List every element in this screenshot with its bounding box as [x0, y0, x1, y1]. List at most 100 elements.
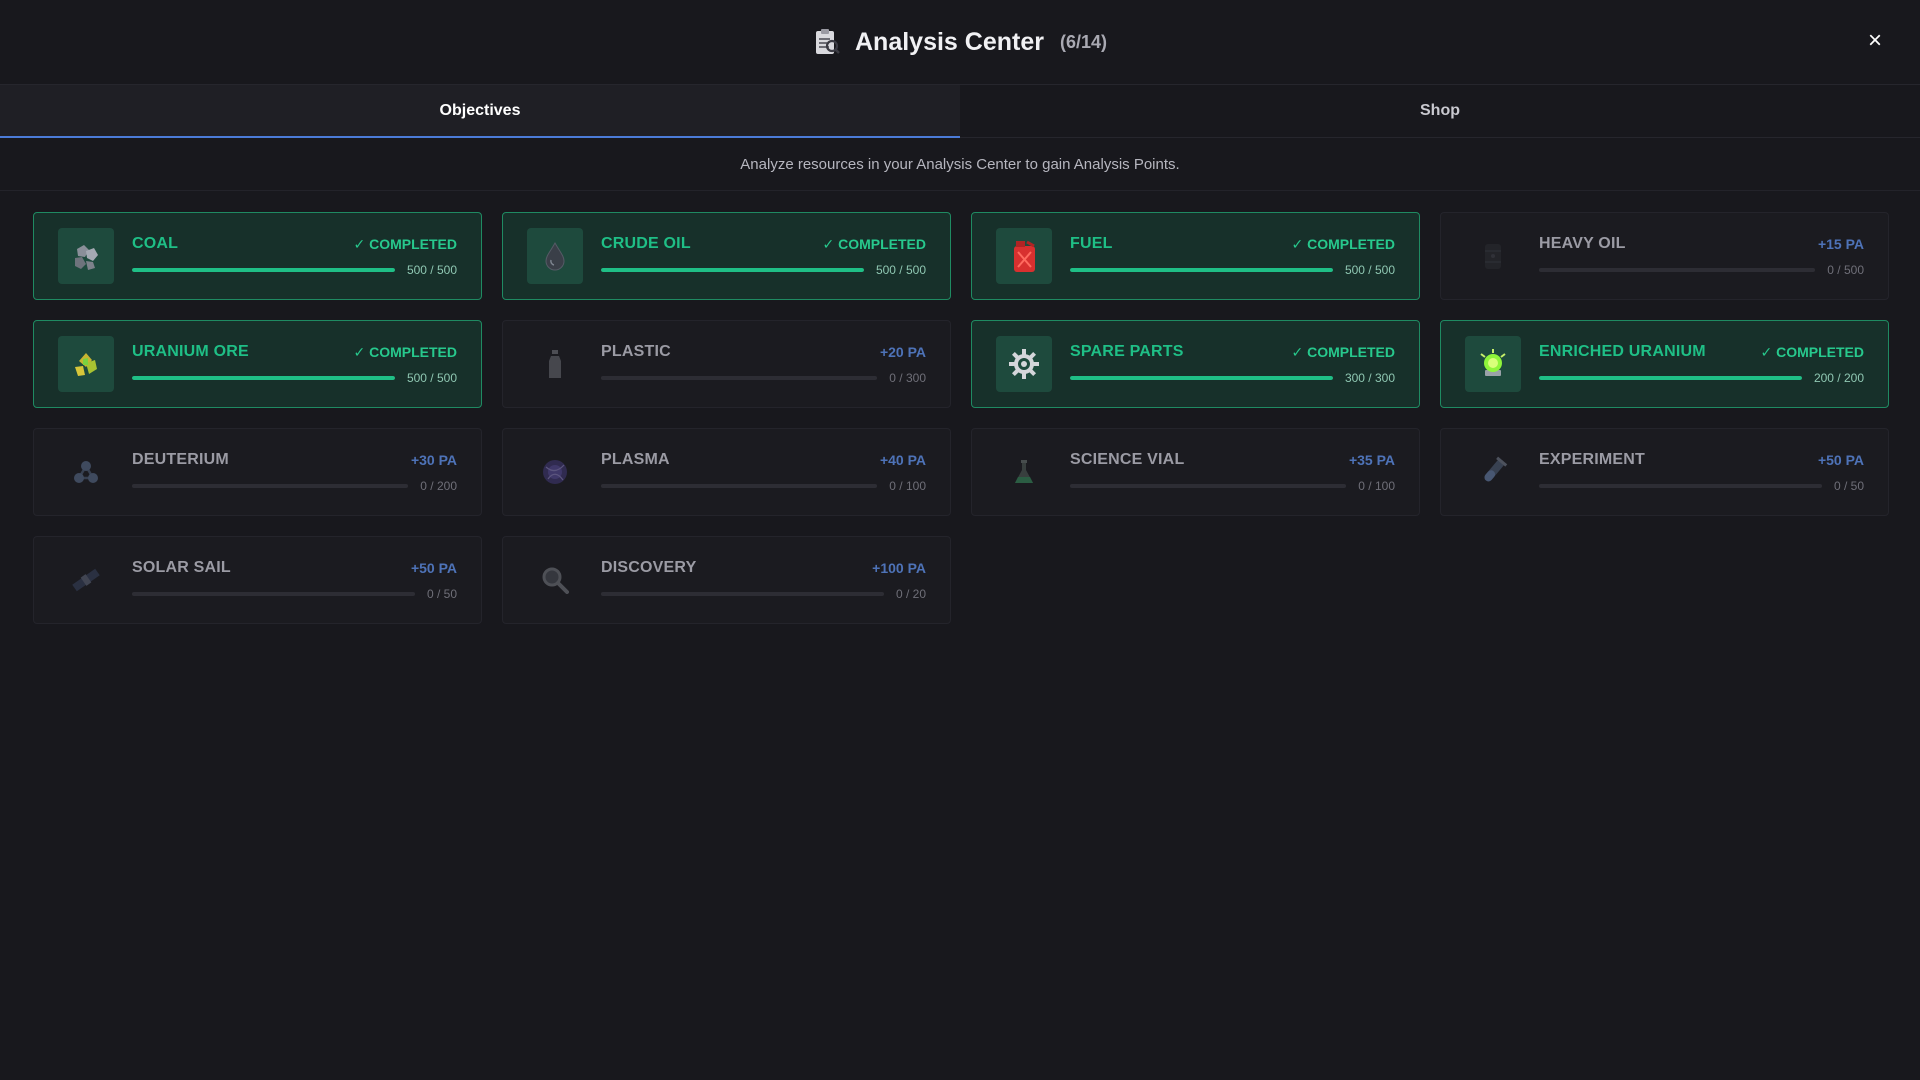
objective-info: SPARE PARTS ✓ COMPLETED 300 / 300	[1070, 343, 1395, 385]
progress-bar	[132, 484, 409, 488]
enriched-uranium-icon	[1465, 336, 1521, 392]
objectives-grid: COAL ✓ COMPLETED 500 / 500 CRUDE OIL ✓ COMPL…	[33, 212, 1889, 624]
coal-icon	[58, 228, 114, 284]
reward-points: +30 PA	[410, 452, 457, 468]
plasma-orb-icon	[527, 444, 583, 500]
objective-info: PLASMA +40 PA 0 / 100	[601, 451, 926, 493]
progress-bar	[601, 484, 878, 488]
page-title: Analysis Center	[855, 27, 1044, 56]
tab-bar: Objectives Shop	[0, 85, 1920, 138]
objective-name: COAL	[132, 235, 179, 252]
close-button[interactable]: ×	[1860, 26, 1890, 56]
subtitle-text: Analyze resources in your Analysis Cente…	[0, 138, 1920, 191]
progress-bar	[601, 592, 884, 596]
objective-card[interactable]: FUEL ✓ COMPLETED 500 / 500	[971, 212, 1420, 300]
objective-name: PLASMA	[601, 451, 670, 468]
progress-bar	[132, 376, 395, 380]
completed-badge: ✓ COMPLETED	[1291, 343, 1395, 360]
reward-points: +50 PA	[410, 560, 457, 576]
progress-text: 0 / 50	[1833, 479, 1864, 493]
objective-card[interactable]: PLASTIC +20 PA 0 / 300	[502, 320, 951, 408]
reward-points: +20 PA	[879, 344, 926, 360]
objective-card[interactable]: SCIENCE VIAL +35 PA 0 / 100	[971, 428, 1420, 516]
completed-badge: ✓ COMPLETED	[1291, 235, 1395, 252]
header: Analysis Center (6/14) ×	[0, 0, 1920, 85]
reward-points: +15 PA	[1817, 236, 1864, 252]
progress-bar	[1070, 268, 1333, 272]
progress-text: 0 / 300	[889, 371, 926, 385]
oil-drop-icon	[527, 228, 583, 284]
objective-info: SCIENCE VIAL +35 PA 0 / 100	[1070, 451, 1395, 493]
progress-text: 500 / 500	[875, 263, 926, 277]
objective-card[interactable]: SOLAR SAIL +50 PA 0 / 50	[33, 536, 482, 624]
progress-fill	[1070, 268, 1333, 272]
objective-name: DEUTERIUM	[132, 451, 229, 468]
objective-card[interactable]: URANIUM ORE ✓ COMPLETED 500 / 500	[33, 320, 482, 408]
progress-bar	[132, 592, 415, 596]
completed-badge: ✓ COMPLETED	[1760, 343, 1864, 360]
tab-shop[interactable]: Shop	[960, 85, 1920, 137]
reward-points: +100 PA	[872, 560, 926, 576]
test-tube-icon	[1465, 444, 1521, 500]
objective-card[interactable]: DISCOVERY +100 PA 0 / 20	[502, 536, 951, 624]
reward-points: +35 PA	[1348, 452, 1395, 468]
progress-bar	[1539, 484, 1822, 488]
progress-text: 0 / 100	[889, 479, 926, 493]
progress-text: 0 / 100	[1358, 479, 1395, 493]
objective-card[interactable]: PLASMA +40 PA 0 / 100	[502, 428, 951, 516]
objective-info: DEUTERIUM +30 PA 0 / 200	[132, 451, 457, 493]
progress-bar	[1539, 268, 1816, 272]
objective-info: EXPERIMENT +50 PA 0 / 50	[1539, 451, 1864, 493]
magnifier-icon	[527, 552, 583, 608]
progress-bar	[601, 268, 864, 272]
fuel-can-icon	[996, 228, 1052, 284]
objective-card[interactable]: DEUTERIUM +30 PA 0 / 200	[33, 428, 482, 516]
progress-text: 0 / 20	[895, 587, 926, 601]
objective-name: ENRICHED URANIUM	[1539, 343, 1706, 360]
progress-fill	[601, 268, 864, 272]
objectives-count: (6/14)	[1059, 31, 1107, 52]
progress-fill	[1070, 376, 1333, 380]
progress-fill	[1539, 376, 1802, 380]
objective-card[interactable]: COAL ✓ COMPLETED 500 / 500	[33, 212, 482, 300]
objective-name: HEAVY OIL	[1539, 235, 1626, 252]
objective-card[interactable]: CRUDE OIL ✓ COMPLETED 500 / 500	[502, 212, 951, 300]
progress-text: 500 / 500	[1344, 263, 1395, 277]
progress-bar	[1070, 484, 1347, 488]
tab-objectives[interactable]: Objectives	[0, 85, 960, 138]
objective-card[interactable]: ENRICHED URANIUM ✓ COMPLETED 200 / 200	[1440, 320, 1889, 408]
progress-fill	[132, 268, 395, 272]
uranium-ore-icon	[58, 336, 114, 392]
reward-points: +40 PA	[879, 452, 926, 468]
molecule-icon	[58, 444, 114, 500]
progress-text: 0 / 200	[420, 479, 457, 493]
objective-name: SPARE PARTS	[1070, 343, 1184, 360]
objective-info: SOLAR SAIL +50 PA 0 / 50	[132, 559, 457, 601]
objective-card[interactable]: HEAVY OIL +15 PA 0 / 500	[1440, 212, 1889, 300]
reward-points: +50 PA	[1817, 452, 1864, 468]
progress-text: 300 / 300	[1344, 371, 1395, 385]
objective-info: HEAVY OIL +15 PA 0 / 500	[1539, 235, 1864, 277]
completed-badge: ✓ COMPLETED	[353, 235, 457, 252]
objective-name: URANIUM ORE	[132, 343, 249, 360]
objective-name: DISCOVERY	[601, 559, 697, 576]
completed-badge: ✓ COMPLETED	[822, 235, 926, 252]
analysis-center-window: Analysis Center (6/14) × Objectives Shop…	[0, 0, 1920, 1080]
heavy-oil-barrel-icon	[1465, 228, 1521, 284]
objective-name: FUEL	[1070, 235, 1113, 252]
objective-name: SOLAR SAIL	[132, 559, 231, 576]
close-icon: ×	[1867, 27, 1882, 54]
progress-bar	[1070, 376, 1333, 380]
objective-info: CRUDE OIL ✓ COMPLETED 500 / 500	[601, 235, 926, 277]
objective-info: URANIUM ORE ✓ COMPLETED 500 / 500	[132, 343, 457, 385]
objective-info: FUEL ✓ COMPLETED 500 / 500	[1070, 235, 1395, 277]
progress-text: 0 / 50	[426, 587, 457, 601]
objective-card[interactable]: SPARE PARTS ✓ COMPLETED 300 / 300	[971, 320, 1420, 408]
progress-fill	[132, 376, 395, 380]
progress-text: 500 / 500	[406, 263, 457, 277]
objective-card[interactable]: EXPERIMENT +50 PA 0 / 50	[1440, 428, 1889, 516]
progress-bar	[601, 376, 878, 380]
solar-sail-icon	[58, 552, 114, 608]
objective-info: DISCOVERY +100 PA 0 / 20	[601, 559, 926, 601]
clipboard-magnifier-icon	[813, 28, 841, 56]
